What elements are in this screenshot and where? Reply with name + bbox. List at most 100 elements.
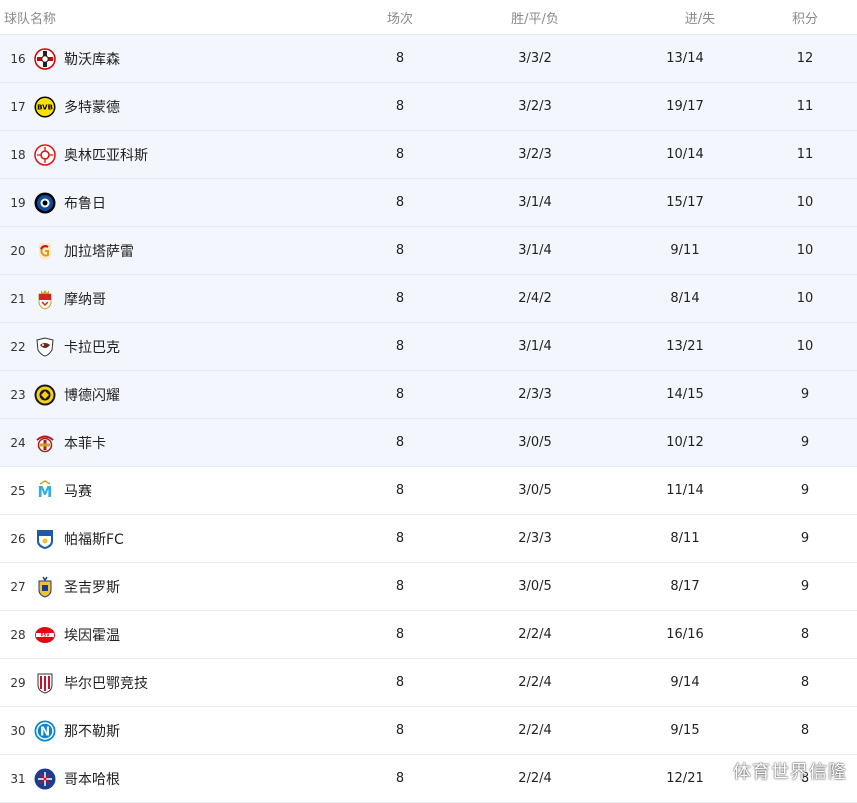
team-name[interactable]: 马赛: [64, 481, 92, 501]
table-row[interactable]: 29 毕尔巴鄂竞技 8 2/2/4 9/14 8: [0, 659, 857, 707]
napoli-crest-icon: N: [34, 720, 56, 742]
table-row[interactable]: 20 加拉塔萨雷 8 3/1/4 9/11 10: [0, 227, 857, 275]
team-name[interactable]: 博德闪耀: [64, 385, 120, 405]
table-row[interactable]: 16 勒沃库森 8 3/3/2 13/14 12: [0, 34, 857, 83]
team-name[interactable]: 毕尔巴鄂竞技: [64, 673, 148, 693]
team-cell: 30 N 那不勒斯: [0, 720, 340, 742]
table-row[interactable]: 24 本菲卡 8 3/0/5 10/12 9: [0, 419, 857, 467]
rank: 26: [10, 531, 26, 546]
bodo-glimt-crest-icon: [34, 384, 56, 406]
table-row[interactable]: 22 卡拉巴克 8 3/1/4 13/21 10: [0, 323, 857, 371]
team-name[interactable]: 那不勒斯: [64, 721, 120, 741]
win-draw-loss: 3/1/4: [518, 339, 552, 354]
benfica-crest-icon: [34, 432, 56, 454]
header-goals[interactable]: 进/失: [610, 8, 760, 27]
team-name[interactable]: 勒沃库森: [64, 49, 120, 69]
table-row[interactable]: 27 圣吉罗斯 8 3/0/5 8/17 9: [0, 563, 857, 611]
table-row[interactable]: 31 哥本哈根 8 2/2/4 12/21 8: [0, 755, 857, 803]
pafos-crest-icon: [34, 528, 56, 550]
goals-for-against: 13/14: [666, 51, 704, 66]
table-row[interactable]: 19 布鲁日 8 3/1/4 15/17 10: [0, 179, 857, 227]
team-name[interactable]: 多特蒙德: [64, 97, 120, 117]
team-cell: 29 毕尔巴鄂竞技: [0, 672, 340, 694]
rank: 17: [10, 99, 26, 114]
team-name[interactable]: 帕福斯FC: [64, 529, 124, 549]
played: 8: [395, 723, 405, 738]
svg-text:N: N: [40, 724, 50, 738]
win-draw-loss: 2/2/4: [518, 675, 552, 690]
played: 8: [395, 339, 405, 354]
union-sg-crest-icon: [34, 576, 56, 598]
goals-for-against: 19/17: [666, 99, 704, 114]
goals-for-against: 9/15: [670, 723, 700, 738]
svg-text:BVB: BVB: [37, 103, 53, 111]
played: 8: [395, 243, 405, 258]
galatasaray-crest-icon: [34, 240, 56, 262]
win-draw-loss: 2/3/3: [518, 531, 552, 546]
table-row[interactable]: 28 PSV 埃因霍温 8 2/2/4 16/16 8: [0, 611, 857, 659]
header-points[interactable]: 积分: [760, 8, 850, 27]
table-row[interactable]: 30 N 那不勒斯 8 2/2/4 9/15 8: [0, 707, 857, 755]
points: 8: [800, 627, 810, 642]
goals-for-against: 11/14: [666, 483, 704, 498]
team-name[interactable]: 加拉塔萨雷: [64, 241, 134, 261]
points: 10: [796, 291, 814, 306]
watermark: 体育世界信隆: [733, 762, 847, 783]
header-team[interactable]: 球队名称: [0, 8, 340, 27]
team-name[interactable]: 卡拉巴克: [64, 337, 120, 357]
played: 8: [395, 531, 405, 546]
goals-for-against: 10/14: [666, 147, 704, 162]
played: 8: [395, 675, 405, 690]
table-row[interactable]: 18 奥林匹亚科斯 8 3/2/3 10/14 11: [0, 131, 857, 179]
win-draw-loss: 3/0/5: [518, 483, 552, 498]
table-row[interactable]: 17 BVB 多特蒙德 8 3/2/3 19/17 11: [0, 83, 857, 131]
played: 8: [395, 771, 405, 786]
marseille-crest-icon: M: [34, 479, 56, 502]
team-name[interactable]: 哥本哈根: [64, 769, 120, 789]
points: 9: [800, 435, 810, 450]
rank: 30: [10, 723, 26, 738]
header-played[interactable]: 场次: [340, 8, 460, 27]
points: 9: [800, 579, 810, 594]
goals-for-against: 8/17: [670, 579, 700, 594]
goals-for-against: 15/17: [666, 195, 704, 210]
win-draw-loss: 3/1/4: [518, 243, 552, 258]
olympiacos-crest-icon: [34, 143, 56, 166]
played: 8: [395, 435, 405, 450]
team-cell: 16 勒沃库森: [0, 47, 340, 70]
table-body: 16 勒沃库森 8 3/3/2 13/14 12 17 BVB 多特蒙德 8 3/2/3 19/17 1…: [0, 34, 857, 803]
rank: 20: [10, 243, 26, 258]
psv-crest-icon: PSV: [34, 624, 56, 646]
brugge-crest-icon: [34, 192, 56, 214]
rank: 28: [10, 627, 26, 642]
team-name[interactable]: 摩纳哥: [64, 289, 106, 309]
rank: 23: [10, 387, 26, 402]
svg-text:PSV: PSV: [41, 632, 51, 637]
points: 8: [800, 723, 810, 738]
qarabag-crest-icon: [34, 336, 56, 358]
points: 12: [796, 51, 814, 66]
team-cell: 23 博德闪耀: [0, 384, 340, 406]
team-name[interactable]: 奥林匹亚科斯: [64, 145, 148, 165]
table-row[interactable]: 21 摩纳哥 8 2/4/2 8/14 10: [0, 275, 857, 323]
table-row[interactable]: 26 帕福斯FC 8 2/3/3 8/11 9: [0, 515, 857, 563]
rank: 24: [10, 435, 26, 450]
table-row[interactable]: 25 M 马赛 8 3/0/5 11/14 9: [0, 467, 857, 515]
points: 10: [796, 243, 814, 258]
table-row[interactable]: 23 博德闪耀 8 2/3/3 14/15 9: [0, 371, 857, 419]
team-cell: 27 圣吉罗斯: [0, 576, 340, 598]
goals-for-against: 9/11: [670, 243, 700, 258]
team-name[interactable]: 圣吉罗斯: [64, 577, 120, 597]
header-wdl[interactable]: 胜/平/负: [460, 8, 610, 27]
team-name[interactable]: 布鲁日: [64, 193, 106, 213]
goals-for-against: 8/14: [670, 291, 700, 306]
team-name[interactable]: 本菲卡: [64, 433, 106, 453]
win-draw-loss: 2/2/4: [518, 723, 552, 738]
team-cell: 25 M 马赛: [0, 479, 340, 502]
played: 8: [395, 195, 405, 210]
win-draw-loss: 3/2/3: [518, 99, 552, 114]
team-name[interactable]: 埃因霍温: [64, 625, 120, 645]
played: 8: [395, 627, 405, 642]
win-draw-loss: 3/1/4: [518, 195, 552, 210]
team-cell: 20 加拉塔萨雷: [0, 240, 340, 262]
